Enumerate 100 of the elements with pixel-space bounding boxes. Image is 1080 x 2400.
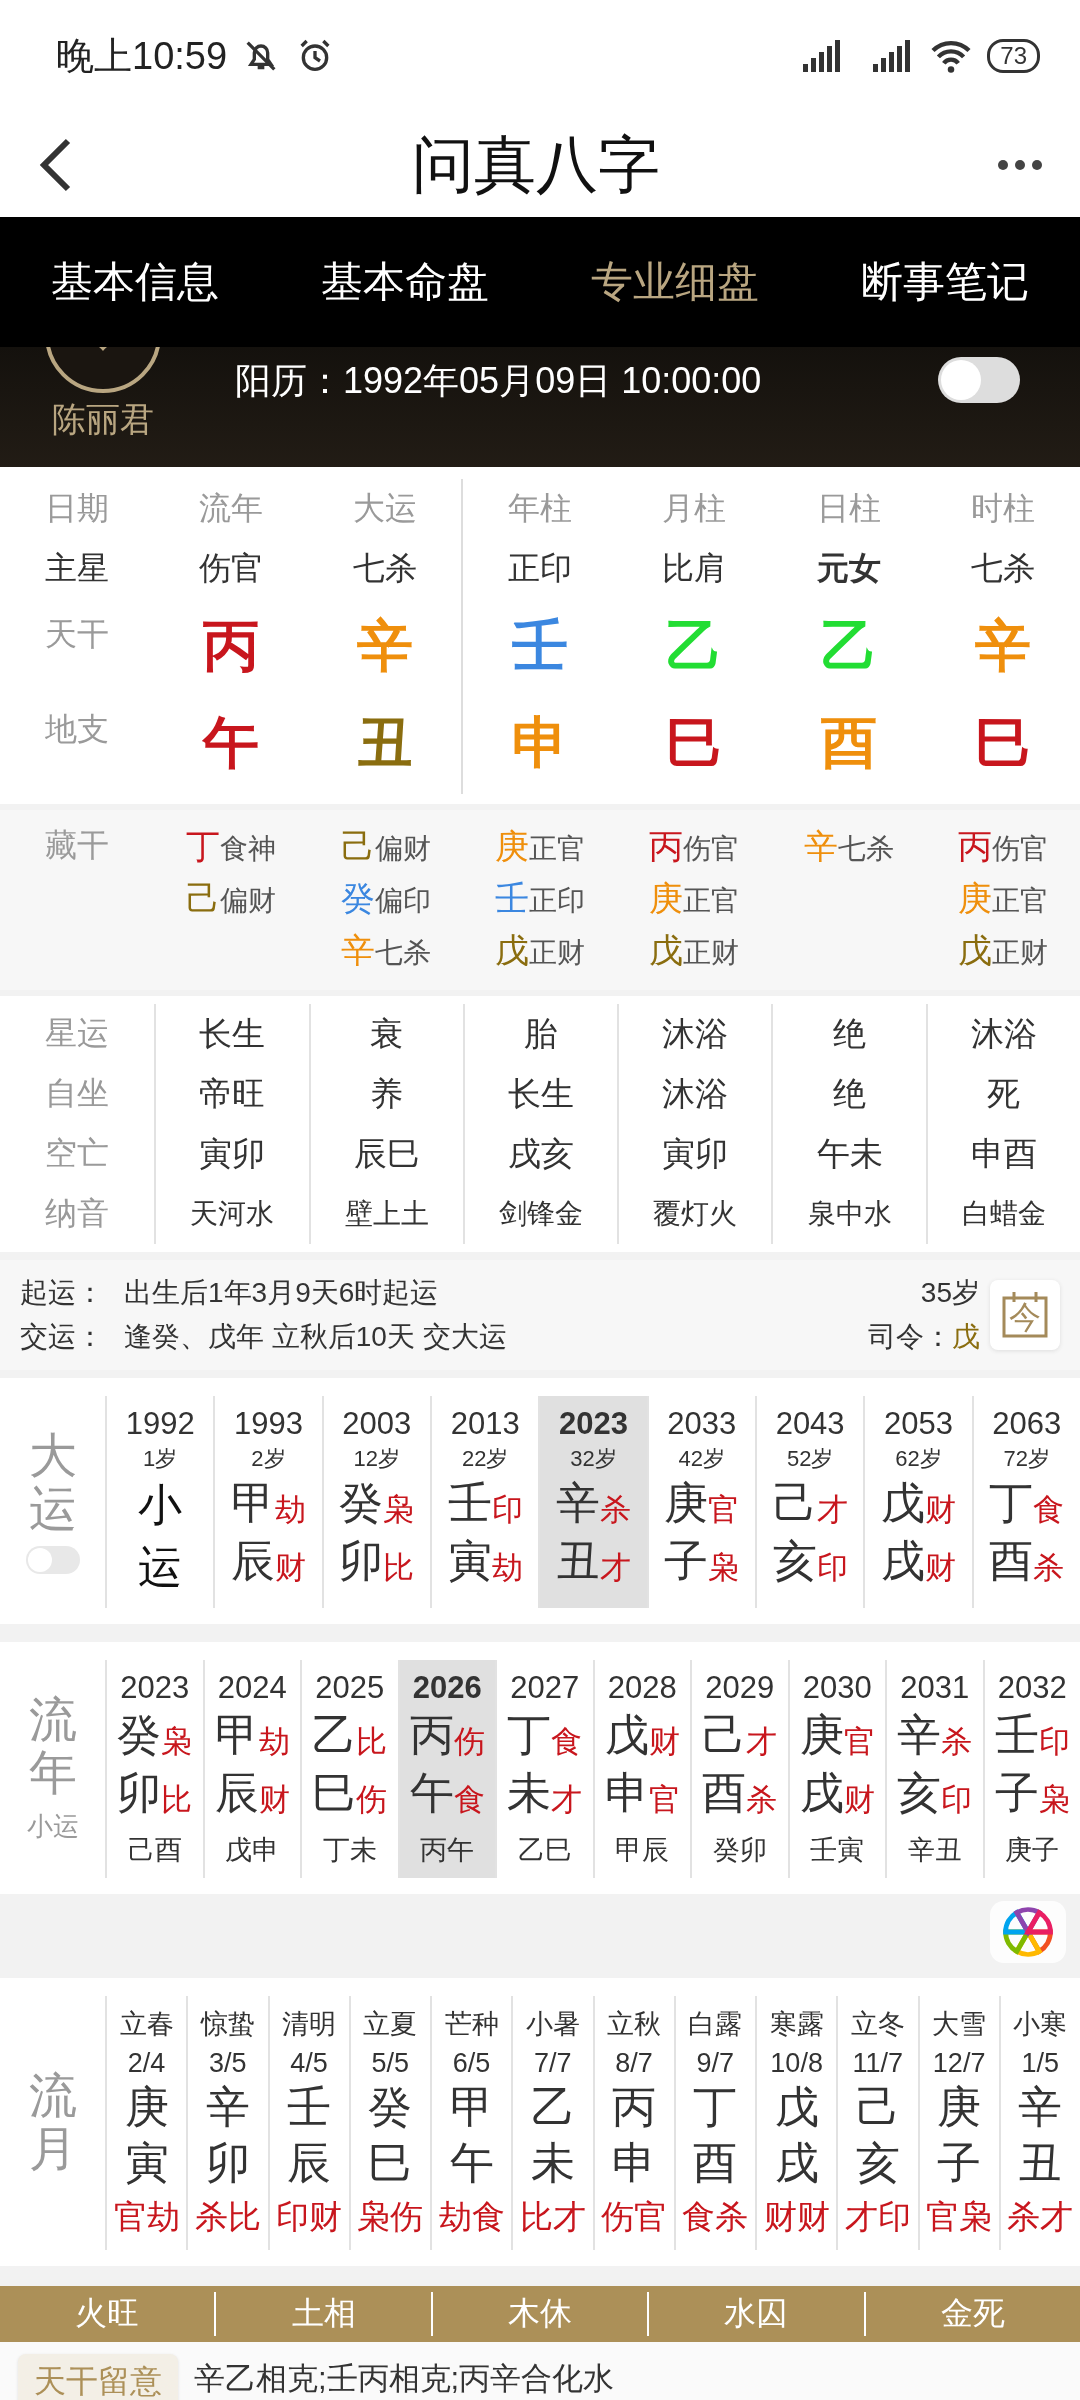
main-star-label: 七杀 xyxy=(308,539,463,599)
luck-period[interactable]: 2003 12岁 癸枭 卯比 xyxy=(321,1396,430,1608)
main-star-label: 比肩 xyxy=(661,549,728,588)
info-label: 起运： xyxy=(20,1276,104,1310)
hidden-stem: 壬正印 xyxy=(495,878,585,919)
main-star-label: 正印 xyxy=(507,549,573,588)
hidden-stem: 己偏财 xyxy=(340,826,431,867)
section-sublabel: 小运 xyxy=(26,1810,79,1844)
tab[interactable]: 断事笔记 xyxy=(851,244,1039,320)
siling-value: 戊 xyxy=(952,1321,980,1352)
month-column[interactable]: 大雪 12/7 庚 子 官枭 xyxy=(917,1996,999,2250)
table-cell-text: 养 xyxy=(370,1073,404,1114)
birth-date: 阳历：1992年05月09日 10:00:00 xyxy=(234,359,763,403)
app-title: 问真八字 xyxy=(412,128,660,201)
year-column[interactable]: 2026 丙伤 午食 丙午 xyxy=(397,1660,495,1878)
hidden-stem: 戊正财 xyxy=(495,930,585,971)
luck-period[interactable]: 2043 52岁 己才 亥印 xyxy=(754,1396,864,1608)
month-column[interactable]: 小寒 1/5 辛 丑 杀才 xyxy=(998,1996,1080,2250)
table-cell-text: 长生 xyxy=(508,1073,574,1114)
row-label: 自坐 xyxy=(45,1074,110,1113)
row-label: 纳音 xyxy=(45,1194,110,1233)
tab[interactable]: 专业细盘 xyxy=(581,244,769,320)
luck-period[interactable]: 2063 72岁 丁食 酉杀 xyxy=(971,1396,1080,1608)
info-text: 出生后1年3月9天6时起运 xyxy=(124,1276,440,1310)
more-icon[interactable] xyxy=(996,157,1044,172)
month-column[interactable]: 寒露 10/8 戊 戌 财财 xyxy=(755,1996,837,2250)
month-column[interactable]: 惊蛰 3/5 辛 卯 杀比 xyxy=(186,1996,268,2250)
toggle-switch[interactable] xyxy=(938,357,1020,403)
column-header: 大运 xyxy=(308,479,463,539)
pillar-character: 酉 xyxy=(819,710,878,776)
luck-period[interactable]: 2033 42岁 庚官 子枭 xyxy=(646,1396,755,1608)
luck-period[interactable]: 1993 2岁 甲 劫 辰财 xyxy=(213,1396,322,1608)
hidden-stem: 丙伤官 xyxy=(957,826,1048,867)
year-column[interactable]: 2032 壬印 子枭 庚子 xyxy=(982,1660,1080,1878)
table-cell-text: 绝 xyxy=(833,1073,867,1114)
year-column[interactable]: 2024 甲 劫 辰财 戊申 xyxy=(202,1660,300,1878)
month-column[interactable]: 白露 9/7 丁 酉 食杀 xyxy=(673,1996,755,2250)
column-header: 月柱 xyxy=(661,489,728,528)
pillar-character: 巳 xyxy=(973,710,1032,776)
table-cell-text: 衰 xyxy=(370,1013,404,1054)
table-cell-text: 白蜡金 xyxy=(961,1197,1046,1231)
column-header: 年柱 xyxy=(507,489,573,528)
table-cell-text: 寅卯 xyxy=(199,1133,266,1174)
pillar-character: 辛 xyxy=(308,599,463,694)
hidden-stem: 己偏财 xyxy=(186,878,277,919)
section-label: 大运 xyxy=(28,1430,77,1536)
table-cell-text: 天河水 xyxy=(190,1197,275,1231)
element-state: 木休 xyxy=(430,2292,648,2336)
year-column[interactable]: 2028 戊财 申 官 甲辰 xyxy=(592,1660,690,1878)
notice-tag: 天干留意 xyxy=(18,2354,178,2400)
hidden-stem: 戊正财 xyxy=(957,930,1048,971)
profile-name: 陈丽君 xyxy=(51,399,154,440)
year-column[interactable]: 2029 己才 酉杀 癸卯 xyxy=(690,1660,788,1878)
table-cell-text: 戌亥 xyxy=(508,1133,574,1174)
luck-period[interactable]: 2023 32岁 辛杀 丑才 xyxy=(538,1396,647,1608)
column-header: 流年 xyxy=(198,489,265,528)
table-cell-text: 胎 xyxy=(524,1013,558,1054)
tab[interactable]: 基本信息 xyxy=(41,244,229,320)
month-column[interactable]: 立冬 11/7 己 亥 才印 xyxy=(836,1996,918,2250)
section-label: 流年 xyxy=(28,1693,77,1800)
table-cell-text: 绝 xyxy=(833,1013,867,1054)
notice-text: 辛乙相克;壬丙相克;丙辛合化水 xyxy=(194,2360,615,2398)
hidden-stem: 庚正官 xyxy=(957,878,1048,919)
month-column[interactable]: 立夏 5/5 癸 巳 枭伤 xyxy=(348,1996,430,2250)
hidden-stem: 丙伤官 xyxy=(649,826,740,867)
pillar-character: 壬 xyxy=(511,612,569,679)
month-column[interactable]: 芒种 6/5 甲 午 劫食 xyxy=(430,1996,512,2250)
pillar-character: 丑 xyxy=(308,694,463,794)
row-label: 空亡 xyxy=(45,1134,110,1173)
year-column[interactable]: 2027 丁食 未才 乙巳 xyxy=(495,1660,593,1878)
column-header: 时柱 xyxy=(969,489,1036,528)
main-star-label: 元女 xyxy=(815,549,882,588)
table-cell-text: 申酉 xyxy=(970,1133,1037,1174)
pillar-character: 申 xyxy=(511,710,569,776)
month-column[interactable]: 立春 2/4 庚 寅 官劫 xyxy=(105,1996,187,2250)
row-label: 藏干 xyxy=(45,826,110,865)
year-column[interactable]: 2023 癸枭 卯比 己酉 xyxy=(105,1660,203,1878)
hidden-stem: 戊正财 xyxy=(649,930,740,971)
main-star-label: 伤官 xyxy=(198,549,265,588)
year-column[interactable]: 2031 辛杀 亥印 辛丑 xyxy=(885,1660,983,1878)
floating-aperture-button[interactable] xyxy=(990,1901,1066,1963)
tab[interactable]: 基本命盘 xyxy=(311,244,499,320)
luck-period[interactable]: 1992 1岁 小 运 xyxy=(105,1396,214,1608)
table-cell-text: 剑锋金 xyxy=(499,1197,583,1231)
luck-period[interactable]: 2053 62岁 戊财 戌财 xyxy=(863,1396,972,1608)
battery-level: 73 xyxy=(987,39,1040,73)
table-cell-text: 长生 xyxy=(199,1013,266,1054)
table-cell-text: 午未 xyxy=(816,1133,883,1174)
aperture-icon xyxy=(1000,1904,1056,1960)
element-state: 金死 xyxy=(863,2292,1080,2336)
row-label: 主星 xyxy=(44,549,111,588)
month-column[interactable]: 立秋 8/7 丙 申 伤官 xyxy=(592,1996,674,2250)
year-column[interactable]: 2030 庚官 戌财 壬寅 xyxy=(787,1660,885,1878)
table-cell-text: 死 xyxy=(987,1073,1021,1114)
month-column[interactable]: 清明 4/5 壬 辰 印财 xyxy=(267,1996,349,2250)
pillar-character: 巳 xyxy=(665,710,724,776)
row-label: 地支 xyxy=(44,710,111,749)
month-column[interactable]: 小暑 7/7 乙 未 比才 xyxy=(511,1996,593,2250)
hidden-stem: 庚正官 xyxy=(495,826,585,867)
hidden-stem: 辛七杀 xyxy=(803,826,894,867)
